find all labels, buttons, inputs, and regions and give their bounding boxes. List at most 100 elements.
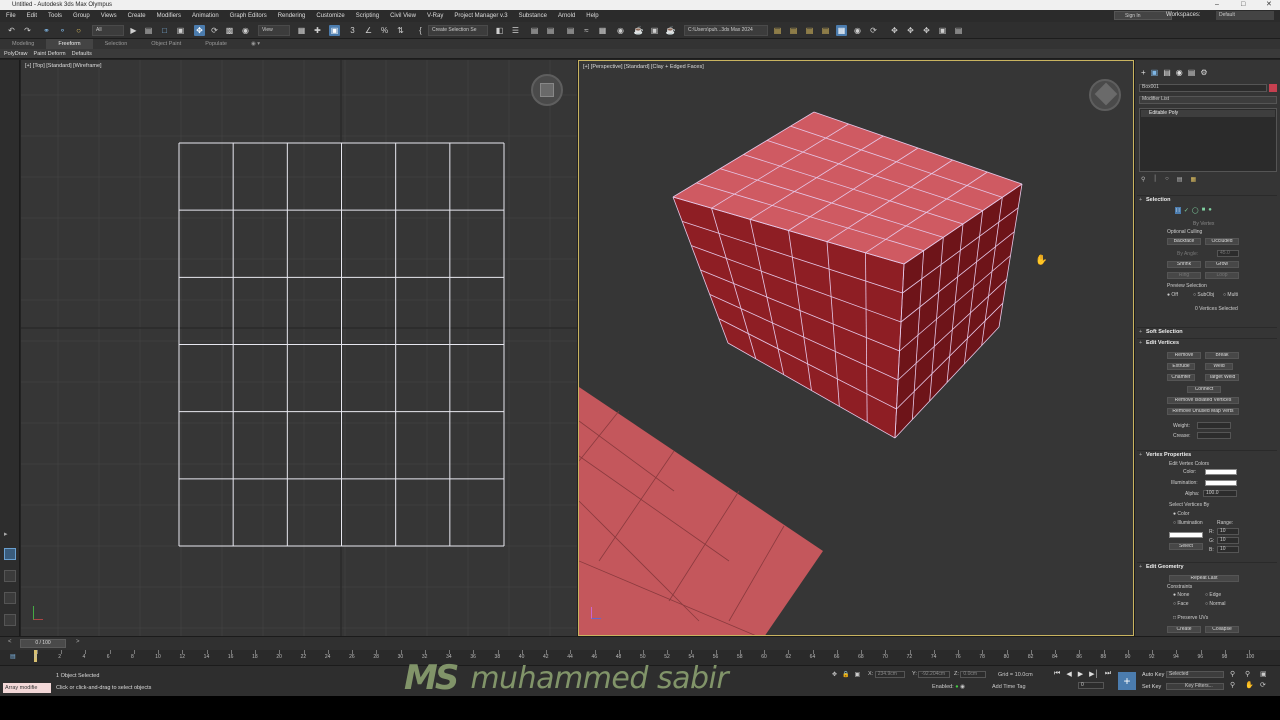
go-to-end-icon[interactable]: ⏭ — [1105, 670, 1111, 678]
zoom-all-icon[interactable]: ⚲ — [1245, 670, 1257, 678]
configure-sets-icon[interactable]: ▦ — [1190, 176, 1196, 183]
utilities-tab-icon[interactable]: ⚙ — [1200, 68, 1207, 77]
constraint-none-radio[interactable]: ● None — [1173, 592, 1189, 598]
rect-selection-icon[interactable]: □ — [159, 25, 170, 36]
maxscript-listener-field[interactable]: Array modifie — [3, 683, 51, 693]
project-folder-icon[interactable]: ▤ — [788, 25, 799, 36]
vertex-color-swatch[interactable] — [1205, 469, 1237, 475]
spinner-snap-icon[interactable]: ⇅ — [395, 25, 406, 36]
element-level-icon[interactable]: ● — [1208, 207, 1212, 214]
place-icon[interactable]: ◉ — [240, 25, 251, 36]
menu-graph-editors[interactable]: Graph Editors — [230, 13, 267, 19]
menu-project-manager[interactable]: Project Manager v.3 — [454, 13, 507, 19]
project-path-dropdown[interactable]: C:\Users\puh...3ds Max 2024 — [684, 25, 768, 36]
rotate-icon[interactable]: ⟳ — [209, 25, 220, 36]
time-slider-thumb[interactable]: 0 / 100 — [20, 639, 66, 648]
edit-named-selection-icon[interactable]: { — [415, 25, 426, 36]
selection-rollout-header[interactable]: Selection — [1137, 195, 1277, 205]
z-field[interactable]: 0.0cm — [960, 671, 987, 678]
time-slider[interactable]: < 0 / 100 > — [0, 636, 1280, 650]
viewcube-top-icon[interactable] — [531, 74, 563, 106]
create-button[interactable]: Create — [1167, 626, 1201, 633]
defaults-panel[interactable]: Defaults — [72, 51, 92, 57]
mini-curve-editor-icon[interactable]: ▤ — [10, 653, 16, 660]
display-tab-icon[interactable]: ▤ — [1188, 68, 1196, 77]
constraint-face-radio[interactable]: ○ Face — [1173, 601, 1189, 607]
maximize-icon[interactable]: □ — [1241, 0, 1245, 10]
open-project-icon[interactable]: ▤ — [772, 25, 783, 36]
preview-off-radio[interactable]: ● Off — [1167, 292, 1178, 298]
constraint-edge-radio[interactable]: ○ Edge — [1205, 592, 1221, 598]
top-viewport-label[interactable]: [+] [Top] [Standard] [Wireframe] — [25, 63, 102, 69]
pivot-tool-icon[interactable]: ✥ — [905, 25, 916, 36]
g-range-spinner[interactable]: 10 — [1217, 537, 1239, 544]
crease-spinner[interactable] — [1197, 432, 1231, 439]
bind-spacewarp-icon[interactable]: ○ — [73, 25, 84, 36]
loop-button[interactable]: Loop — [1205, 272, 1239, 279]
layout-tab-2[interactable] — [4, 570, 16, 582]
polygon-level-icon[interactable]: ■ — [1202, 207, 1206, 214]
remove-modifier-icon[interactable]: ▤ — [1177, 176, 1183, 183]
add-time-tag[interactable]: Add Time Tag — [992, 684, 1026, 690]
menu-help[interactable]: Help — [586, 13, 598, 19]
auto-key-button[interactable]: Auto Key — [1142, 672, 1164, 678]
render-setup-icon[interactable]: ☕ — [633, 25, 644, 36]
menu-animation[interactable]: Animation — [192, 13, 219, 19]
rendered-frame-window-icon[interactable]: ▣ — [649, 25, 660, 36]
isolate-icon[interactable]: ✥ — [832, 671, 837, 678]
preview-subobj-radio[interactable]: ○ SubObj — [1193, 292, 1214, 298]
select-by-illumination-radio[interactable]: ○ Illumination — [1173, 520, 1203, 526]
menu-rendering[interactable]: Rendering — [278, 13, 306, 19]
snap-3d-icon[interactable]: ◉ — [852, 25, 863, 36]
menu-file[interactable]: File — [6, 13, 16, 19]
object-color-swatch[interactable] — [1269, 84, 1277, 92]
menu-civil-view[interactable]: Civil View — [390, 13, 416, 19]
mirror-icon[interactable]: ◧ — [494, 25, 505, 36]
tab-populate[interactable]: Populate — [193, 41, 239, 47]
arrange-icon[interactable]: ▣ — [937, 25, 948, 36]
x-field[interactable]: 234.9cm — [874, 671, 905, 678]
extrude-button[interactable]: Extrude — [1167, 363, 1195, 370]
layout-tab-3[interactable] — [4, 592, 16, 604]
tab-selection[interactable]: Selection — [93, 41, 140, 47]
edit-vertices-rollout-header[interactable]: Edit Vertices — [1137, 338, 1277, 348]
next-frame-icon[interactable]: ▶│ — [1089, 670, 1099, 678]
select-vertices-button[interactable]: Select — [1169, 543, 1203, 550]
refresh-icon[interactable]: ⟳ — [868, 25, 879, 36]
menu-substance[interactable]: Substance — [519, 13, 547, 19]
select-object-icon[interactable]: ▶ — [128, 25, 139, 36]
keyboard-shortcut-override-icon[interactable]: ▣ — [329, 25, 340, 36]
modifier-list-dropdown[interactable]: Modifier List — [1139, 96, 1277, 104]
vertex-illumination-swatch[interactable] — [1205, 480, 1237, 486]
border-level-icon[interactable]: ◯ — [1192, 207, 1199, 214]
pan-icon[interactable]: ✋ — [1245, 681, 1257, 689]
pin-stack-icon[interactable]: ⚲ — [1141, 176, 1145, 183]
by-vertex-checkbox[interactable]: By Vertex — [1193, 221, 1214, 227]
menu-modifiers[interactable]: Modifiers — [157, 13, 181, 19]
edge-level-icon[interactable]: ✓ — [1184, 207, 1189, 214]
y-field[interactable]: -92.204cm — [918, 671, 951, 678]
enabled-toggle-icon[interactable]: ● — [955, 684, 958, 690]
preview-multi-radio[interactable]: ○ Multi — [1223, 292, 1238, 298]
schematic-view-icon[interactable]: ▦ — [597, 25, 608, 36]
hierarchy-tab-icon[interactable]: ▤ — [1163, 68, 1171, 77]
selection-filter-dropdown[interactable]: All — [92, 25, 124, 36]
unlink-icon[interactable]: ⚬ — [57, 25, 68, 36]
break-button[interactable]: Break — [1205, 352, 1239, 359]
select-by-name-icon[interactable]: ▤ — [143, 25, 154, 36]
viewport-layout-icon[interactable]: ▦ — [836, 25, 847, 36]
close-icon[interactable]: ✕ — [1266, 0, 1272, 10]
select-by-color-radio[interactable]: ● Color — [1173, 511, 1189, 517]
selection-lock-icon[interactable]: 🔒 — [842, 671, 849, 678]
shrink-button[interactable]: Shrink — [1167, 261, 1201, 268]
menu-arnold[interactable]: Arnold — [558, 13, 575, 19]
viewcube-perspective-icon[interactable] — [1089, 79, 1121, 111]
preserve-uvs-checkbox[interactable]: □ Preserve UVs — [1173, 615, 1208, 621]
motion-tab-icon[interactable]: ◉ — [1176, 68, 1183, 77]
time-config-icon[interactable]: ◉ — [960, 684, 965, 690]
layout-tab-1[interactable] — [4, 548, 16, 560]
reference-coordinate-dropdown[interactable]: View — [258, 25, 290, 36]
menu-create[interactable]: Create — [128, 13, 146, 19]
by-angle-label[interactable]: By Angle: — [1177, 251, 1198, 257]
play-icon[interactable]: ▶ — [1078, 670, 1083, 678]
